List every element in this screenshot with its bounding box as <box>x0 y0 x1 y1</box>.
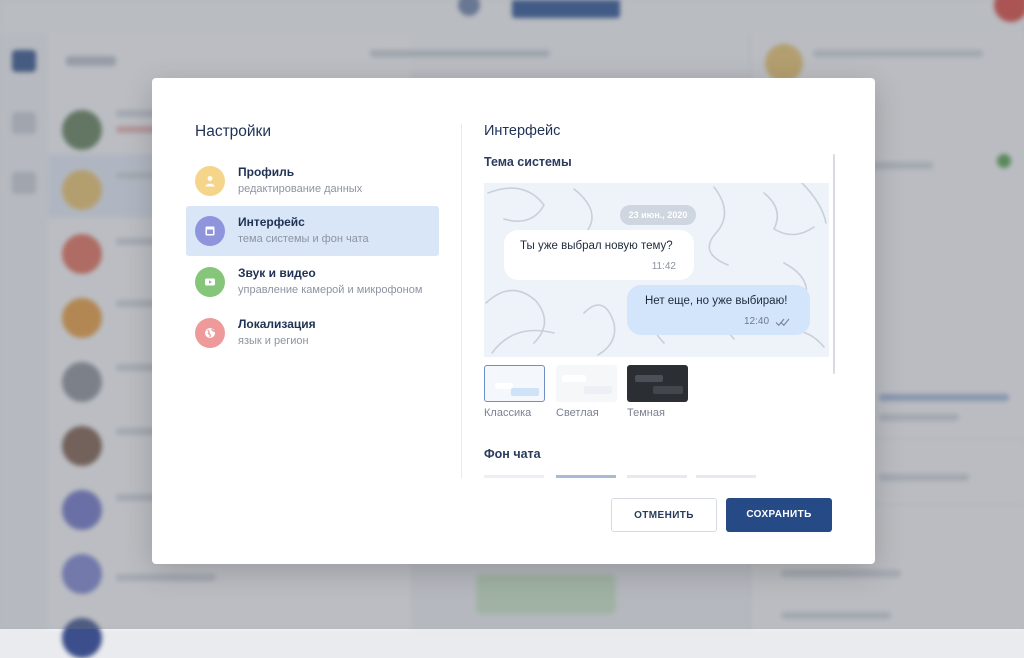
theme-section-title: Тема системы <box>484 155 572 169</box>
background-option[interactable] <box>484 475 544 478</box>
video-icon <box>195 267 225 297</box>
menu-item-label: Локализация <box>238 317 316 331</box>
theme-label: Светлая <box>556 407 599 419</box>
panel-title: Интерфейс <box>484 123 561 139</box>
theme-option-dark[interactable] <box>627 365 688 402</box>
menu-item-label: Профиль <box>238 165 295 179</box>
background-section-title: Фон чата <box>484 447 541 461</box>
menu-item-sound-video[interactable]: Звук и видео управление камерой и микроф… <box>186 257 439 307</box>
menu-item-profile[interactable]: Профиль редактирование данных <box>186 156 439 206</box>
theme-option-light[interactable] <box>556 365 617 402</box>
menu-item-label: Звук и видео <box>238 266 316 280</box>
incoming-message: Ты уже выбрал новую тему? 11:42 <box>504 230 694 280</box>
background-option[interactable] <box>556 475 616 478</box>
save-button[interactable]: СОХРАНИТЬ <box>726 498 832 532</box>
interface-icon <box>195 216 225 246</box>
settings-modal: Настройки Профиль редактирование данных … <box>152 78 875 564</box>
message-text: Ты уже выбрал новую тему? <box>520 240 673 252</box>
message-text: Нет еще, но уже выбираю! <box>645 295 788 307</box>
background-option[interactable] <box>696 475 756 478</box>
menu-item-localization[interactable]: Локализация язык и регион <box>186 308 439 358</box>
menu-item-description: язык и регион <box>238 335 309 347</box>
scrollbar[interactable] <box>833 154 835 374</box>
globe-icon <box>195 318 225 348</box>
menu-item-description: редактирование данных <box>238 183 363 195</box>
outgoing-message: Нет еще, но уже выбираю! 12:40 <box>627 285 810 335</box>
menu-item-description: тема системы и фон чата <box>238 233 369 245</box>
theme-preview: 23 июн., 2020 Ты уже выбрал новую тему? … <box>484 183 829 357</box>
theme-option-classic[interactable] <box>484 365 545 402</box>
cancel-button[interactable]: ОТМЕНИТЬ <box>611 498 717 532</box>
profile-icon <box>195 166 225 196</box>
vertical-divider <box>461 124 462 478</box>
background-option[interactable] <box>627 475 687 478</box>
menu-item-interface[interactable]: Интерфейс тема системы и фон чата <box>186 206 439 256</box>
message-time: 11:42 <box>651 261 676 272</box>
menu-item-label: Интерфейс <box>238 215 305 229</box>
message-time: 12:40 <box>744 316 770 327</box>
theme-label: Классика <box>484 407 532 419</box>
settings-title: Настройки <box>195 123 272 140</box>
double-check-icon <box>775 318 790 327</box>
theme-label: Темная <box>627 407 665 419</box>
date-badge: 23 июн., 2020 <box>620 205 696 225</box>
menu-item-description: управление камерой и микрофоном <box>238 284 423 296</box>
